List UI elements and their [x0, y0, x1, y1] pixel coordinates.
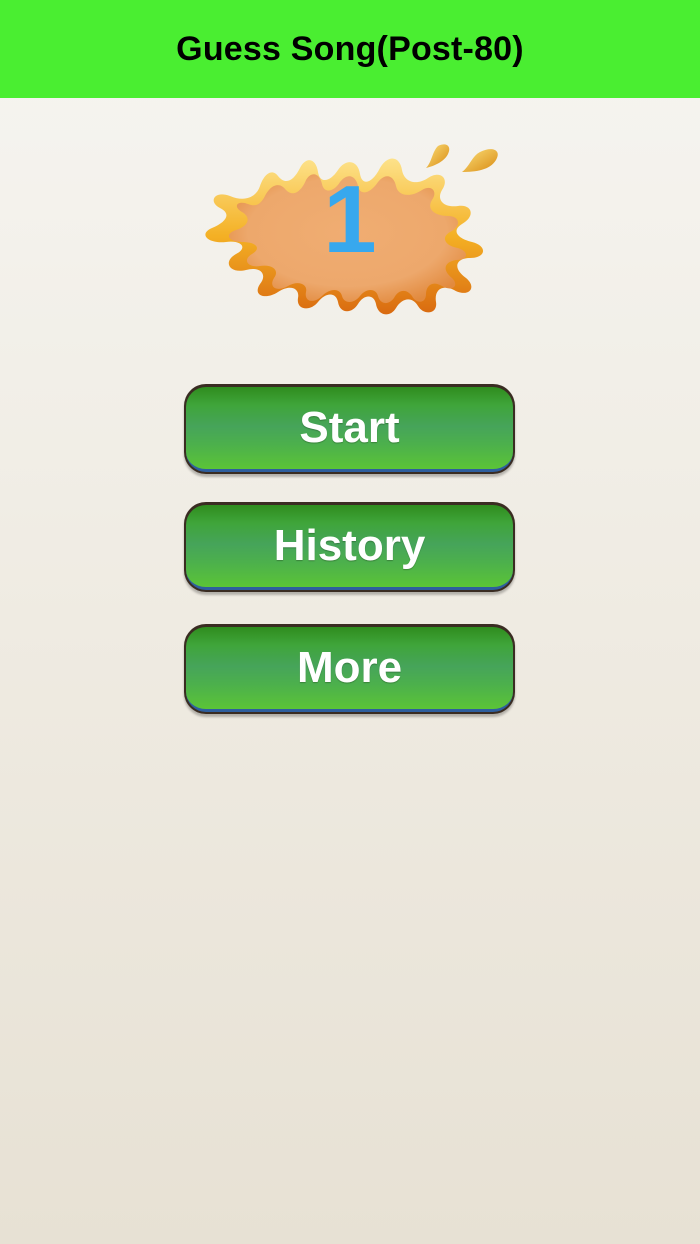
history-button-face[interactable]: History: [186, 505, 513, 590]
level-badge: 1: [190, 138, 510, 316]
start-button[interactable]: Start: [184, 384, 515, 474]
start-button-label: Start: [299, 403, 400, 452]
more-button-face[interactable]: More: [186, 627, 513, 712]
history-button[interactable]: History: [184, 502, 515, 592]
navigation-bar: Guess Song(Post-80): [0, 0, 700, 98]
start-button-face[interactable]: Start: [186, 387, 513, 472]
app-title: Guess Song(Post-80): [176, 29, 524, 68]
more-button-label: More: [296, 643, 403, 692]
level-number: 1: [323, 166, 377, 273]
history-button-label: History: [273, 521, 426, 570]
more-button[interactable]: More: [184, 624, 515, 714]
